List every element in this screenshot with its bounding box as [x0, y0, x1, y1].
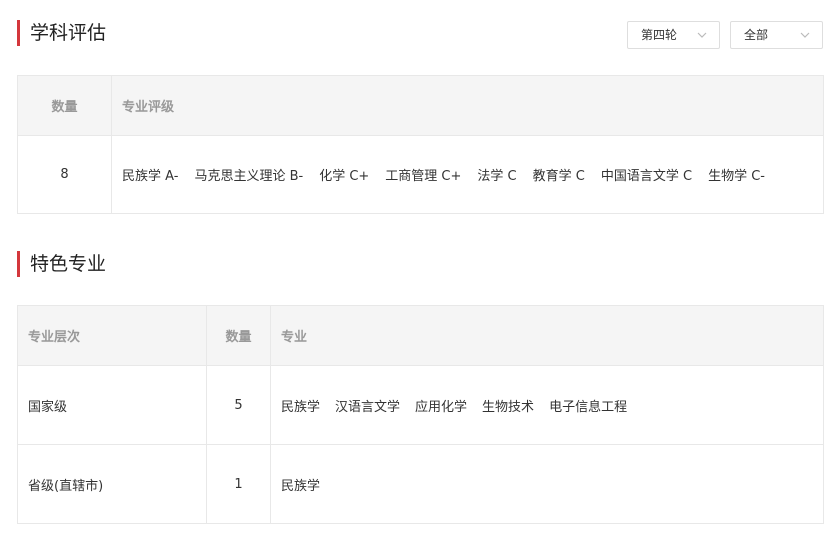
- table-row: 国家级 5 民族学 汉语言文学 应用化学 生物技术 电子信息工程: [17, 365, 824, 445]
- count-cell: 1: [206, 444, 271, 524]
- chevron-down-icon: [697, 32, 707, 38]
- major-item: 汉语言文学: [335, 399, 401, 415]
- level-cell: 国家级: [17, 365, 207, 445]
- header-count: 数量: [206, 305, 271, 366]
- header-grade: 专业评级: [111, 75, 824, 136]
- header-level: 专业层次: [17, 305, 207, 366]
- evaluation-count: 8: [17, 135, 112, 214]
- scope-select-value: 全部: [744, 28, 769, 42]
- majors-cell: 民族学 汉语言文学 应用化学 生物技术 电子信息工程: [270, 365, 824, 445]
- grade-item: 民族学 A-: [122, 169, 179, 184]
- table-row: 省级(直辖市) 1 民族学: [17, 444, 824, 524]
- table-header-row: 专业层次 数量 专业: [17, 305, 824, 366]
- grade-item: 生物学 C-: [708, 169, 765, 184]
- section-title-featured-majors: 特色专业: [17, 251, 106, 277]
- featured-majors-table: 专业层次 数量 专业 国家级 5 民族学 汉语言文学 应用化学 生物技术 电子信息工程 …: [17, 305, 824, 524]
- major-item: 民族学: [281, 478, 321, 494]
- discipline-evaluation-table: 数量 专业评级 8 民族学 A- 马克思主义理论 B- 化学 C+ 工商管理 C+ 法学…: [17, 75, 824, 214]
- table-row: 8 民族学 A- 马克思主义理论 B- 化学 C+ 工商管理 C+ 法学 C 教育学 C 中…: [17, 135, 824, 214]
- header-count: 数量: [17, 75, 112, 136]
- scope-select[interactable]: 全部: [730, 21, 823, 49]
- section-title-discipline-evaluation: 学科评估: [17, 20, 106, 46]
- major-item: 电子信息工程: [549, 399, 628, 415]
- round-select[interactable]: 第四轮: [627, 21, 720, 49]
- table-header-row: 数量 专业评级: [17, 75, 824, 136]
- evaluation-grades: 民族学 A- 马克思主义理论 B- 化学 C+ 工商管理 C+ 法学 C 教育学 C 中国语…: [111, 135, 824, 214]
- grade-item: 工商管理 C+: [385, 169, 462, 184]
- round-select-value: 第四轮: [641, 28, 678, 42]
- major-item: 生物技术: [482, 399, 535, 415]
- major-item: 应用化学: [415, 399, 468, 415]
- header-major: 专业: [270, 305, 824, 366]
- grade-item: 马克思主义理论 B-: [194, 169, 304, 184]
- count-cell: 5: [206, 365, 271, 445]
- major-item: 民族学: [281, 399, 321, 415]
- grade-item: 法学 C: [477, 169, 517, 184]
- grade-item: 教育学 C: [532, 169, 585, 184]
- grade-item: 中国语言文学 C: [600, 169, 693, 184]
- chevron-down-icon: [800, 32, 810, 38]
- majors-cell: 民族学: [270, 444, 824, 524]
- grade-item: 化学 C+: [319, 169, 370, 184]
- level-cell: 省级(直辖市): [17, 444, 207, 524]
